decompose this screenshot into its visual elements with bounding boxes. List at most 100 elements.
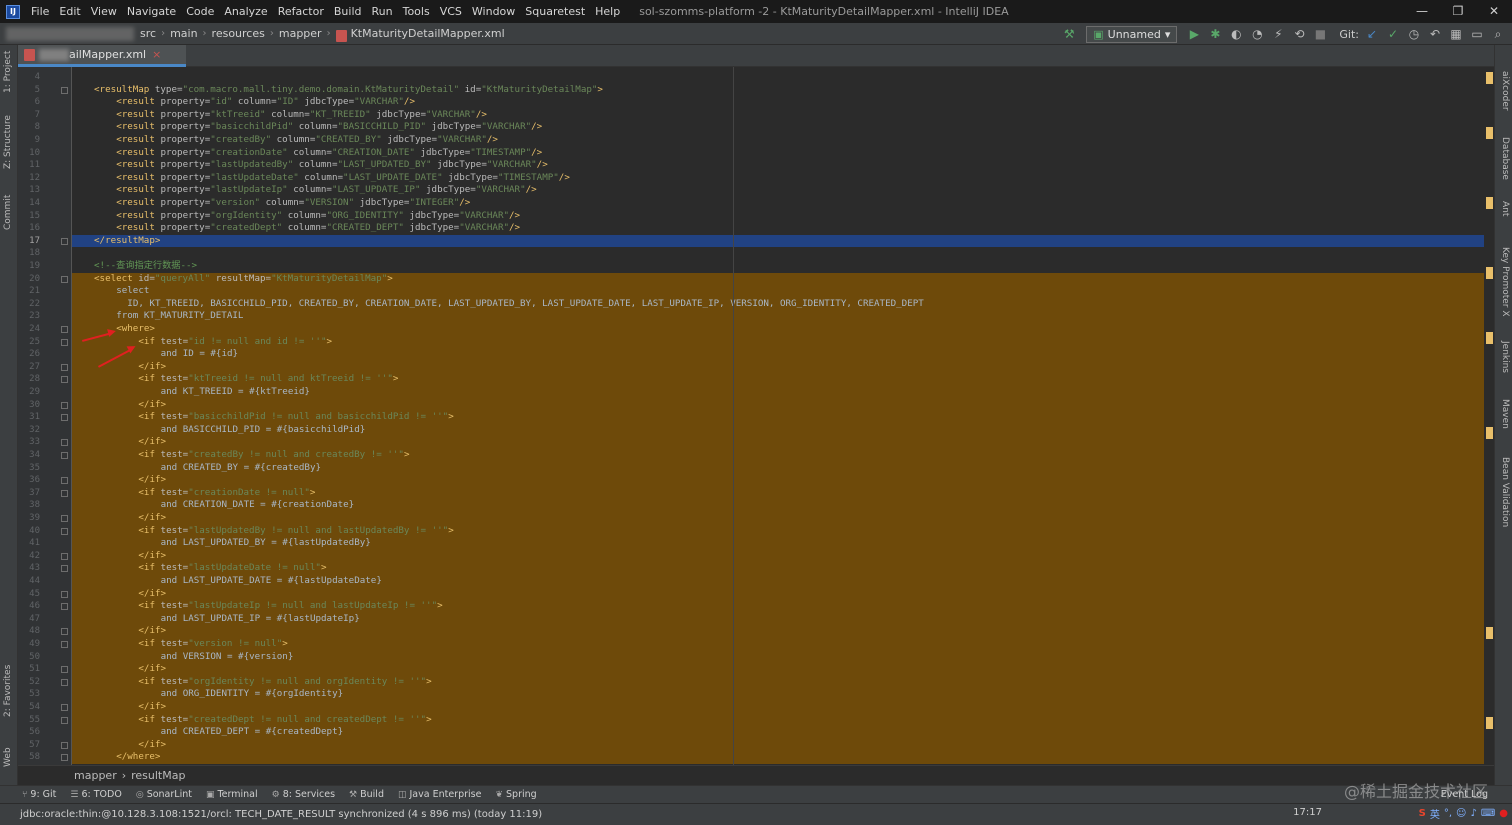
fold-marker-icon[interactable] [61,452,68,459]
fold-marker-icon[interactable] [61,401,68,409]
menu-squaretest[interactable]: Squaretest [520,5,590,18]
project-structure-icon[interactable]: ▦ [1448,26,1464,42]
crumb-main[interactable]: main [170,27,197,40]
scroll-marker[interactable] [1486,717,1493,729]
tool-window-6-todo[interactable]: ☰ 6: TODO [70,789,121,800]
scroll-marker[interactable] [1486,267,1493,279]
tab-ktmaturitydetailmapper[interactable]: ailMapper.xml × [18,45,186,67]
maven-tool-button[interactable]: Maven [1500,399,1510,429]
fold-marker-icon[interactable] [61,237,68,245]
ime-logo-icon[interactable]: S [1419,808,1426,819]
ime-punctuation-icon[interactable]: °, [1444,808,1452,819]
code-line[interactable]: and CREATION_DATE = #{creationDate} [72,499,1484,512]
fold-marker-icon[interactable] [61,552,68,560]
code-line[interactable]: <if test="ktTreeid != null and ktTreeid … [72,373,1484,386]
fold-marker-icon[interactable] [61,527,68,535]
stop-icon[interactable]: ■ [1312,26,1328,42]
fold-marker-icon[interactable] [61,515,68,522]
database-tool-button[interactable]: Database [1500,137,1510,180]
breadcrumb-resultmap[interactable]: resultMap [131,769,185,782]
code-line[interactable]: and BASICCHILD_PID = #{basicchildPid} [72,423,1484,437]
fold-marker-icon[interactable] [61,716,68,724]
git-history-icon[interactable]: ◷ [1406,26,1422,42]
keyboard-icon[interactable]: ⌨ [1481,808,1495,819]
code-line[interactable]: ID, KT_TREEID, BASICCHILD_PID, CREATED_B… [72,297,1484,311]
code-line[interactable]: </if> [72,701,1484,714]
microphone-icon[interactable]: ♪ [1470,808,1476,819]
fold-marker-icon[interactable] [61,477,68,485]
code-area[interactable]: <resultMap type="com.macro.mall.tiny.dem… [72,67,1484,765]
commit-tool-button[interactable]: Commit [3,195,13,230]
code-line[interactable]: <result property="orgIdentity" column="O… [72,210,1484,223]
git-update-icon[interactable]: ↙ [1364,26,1380,42]
project-tool-button[interactable]: 1: Project [3,51,13,93]
menu-window[interactable]: Window [467,5,520,18]
key-promoter-tool-button[interactable]: Key Promoter X [1500,247,1510,317]
fold-marker-icon[interactable] [61,414,68,422]
tool-window-spring[interactable]: ❦ Spring [495,789,536,800]
fold-marker-icon[interactable] [61,666,68,674]
fold-marker-icon[interactable] [61,565,68,573]
fold-marker-icon[interactable] [61,363,68,371]
code-line[interactable]: and LAST_UPDATE_IP = #{lastUpdateIp} [72,612,1484,626]
presentation-icon[interactable]: ▭ [1469,26,1485,42]
code-line[interactable]: and CREATED_DEPT = #{createdDept} [72,726,1484,739]
menu-build[interactable]: Build [329,5,367,18]
restore-icon[interactable]: ❐ [1440,0,1476,23]
emoji-icon[interactable]: ☺ [1456,808,1466,819]
fold-marker-icon[interactable] [61,376,68,384]
tool-window-8-services[interactable]: ⚙ 8: Services [272,789,335,800]
tool-window-9-git[interactable]: ⑂ 9: Git [22,789,56,800]
code-line[interactable]: <result property="lastUpdatedBy" column=… [72,159,1484,172]
code-line[interactable]: <if test="createdDept != null and create… [72,713,1484,727]
code-line[interactable]: <result property="lastUpdateIp" column="… [72,184,1484,197]
code-line[interactable]: <resultMap type="com.macro.mall.tiny.dem… [72,84,1484,97]
scroll-marker[interactable] [1486,332,1493,344]
code-line[interactable]: <result property="version" column="VERSI… [72,197,1484,210]
code-line[interactable]: <if test="creationDate != null"> [72,486,1484,500]
code-line[interactable]: <result property="createdBy" column="CRE… [72,134,1484,147]
code-line[interactable]: <result property="createdDept" column="C… [72,222,1484,235]
close-icon[interactable]: ✕ [1476,0,1512,23]
menu-analyze[interactable]: Analyze [219,5,272,18]
bean-validation-tool-button[interactable]: Bean Validation [1500,457,1510,527]
fold-marker-icon[interactable] [61,326,68,333]
fold-marker-icon[interactable] [61,603,68,611]
run-icon[interactable]: ▶ [1186,26,1202,42]
menu-edit[interactable]: Edit [54,5,85,18]
code-line[interactable]: and LAST_UPDATE_DATE = #{lastUpdateDate} [72,575,1484,588]
code-line[interactable]: <if test="lastUpdateDate != null"> [72,562,1484,575]
crumb-resources[interactable]: resources [212,27,265,40]
fold-marker-icon[interactable] [61,338,68,346]
tool-window-terminal[interactable]: ▣ Terminal [206,789,258,800]
scroll-marker[interactable] [1486,197,1493,209]
code-line[interactable]: <result property="basicchildPid" column=… [72,121,1484,134]
menu-tools[interactable]: Tools [398,5,435,18]
menu-vcs[interactable]: VCS [435,5,467,18]
fold-marker-icon[interactable] [61,628,68,636]
code-line[interactable]: and LAST_UPDATED_BY = #{lastUpdatedBy} [72,537,1484,550]
structure-tool-button[interactable]: Z: Structure [3,115,13,169]
fold-marker-icon[interactable] [61,489,68,497]
code-line[interactable]: <if test="lastUpdatedBy != null and last… [72,524,1484,538]
fold-marker-icon[interactable] [61,741,68,749]
code-line[interactable]: </if> [72,360,1484,374]
fold-marker-icon[interactable] [61,86,68,94]
git-commit-icon[interactable]: ✓ [1385,26,1401,42]
code-line[interactable]: and CREATED_BY = #{createdBy} [72,461,1484,475]
code-line[interactable]: <if test="basicchildPid != null and basi… [72,411,1484,424]
code-line[interactable]: <result property="ktTreeid" column="KT_T… [72,109,1484,122]
code-line[interactable]: </resultMap> [72,234,1484,248]
profile-icon[interactable]: ◔ [1249,26,1265,42]
crumb-ktmaturitydetailmapper-xml[interactable]: KtMaturityDetailMapper.xml [351,27,505,40]
code-line[interactable]: select [72,285,1484,298]
code-line[interactable]: <!--查询指定行数据--> [72,260,1484,273]
run-configuration-select[interactable]: ▣ Unnamed ▾ [1086,25,1178,43]
fold-marker-icon[interactable] [61,678,68,686]
code-editor[interactable]: 4 5 6 7 8 9 10 11 12 13 14 15 16 17 18 19 20 21 22 23 24 25 26… [18,67,1494,765]
code-line[interactable]: </if> [72,474,1484,487]
fold-marker-icon[interactable] [61,439,68,447]
code-line[interactable]: </if> [72,663,1484,676]
code-line[interactable]: </if> [72,549,1484,563]
code-line[interactable]: <where> [72,323,1484,336]
